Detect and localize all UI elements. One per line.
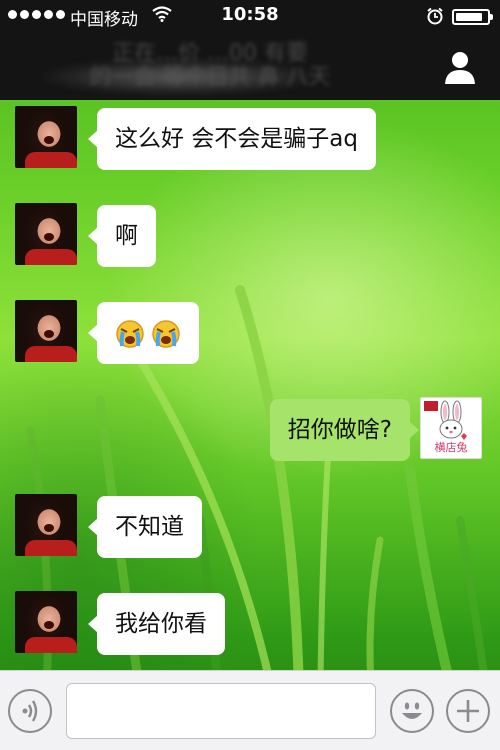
emoji-picker-button[interactable] (390, 689, 434, 733)
avatar-caption: 横店兔 (434, 441, 468, 454)
chat-title: 正在…价 …00 有要 的一会 等个日共 鼻 八天 (0, 42, 420, 100)
incoming-message-bubble[interactable]: 不知道 (88, 496, 202, 558)
chat-title-line-2: 的一会 等个日共 鼻 八天 (89, 65, 331, 90)
message-row: 我给你看 (0, 585, 500, 655)
message-list[interactable]: 这么好 会不会是骗子aq 啊 招你做啥? 横店兔 不知道 我给你看 (0, 100, 500, 670)
contact-profile-button[interactable] (438, 46, 482, 90)
top-bar: 中国移动 10:58 正在…价 …00 有要 的一会 等个日共 鼻 八天 (0, 0, 500, 102)
incoming-emoji-bubble[interactable] (88, 302, 199, 364)
message-row: 不知道 (0, 488, 500, 558)
incoming-message-bubble[interactable]: 啊 (88, 205, 156, 267)
message-row: 招你做啥? 横店兔 (0, 391, 500, 461)
message-row (0, 294, 500, 364)
contact-avatar[interactable] (15, 591, 77, 653)
status-bar: 中国移动 10:58 (0, 0, 500, 32)
battery-icon (452, 9, 493, 25)
incoming-message-bubble[interactable]: 我给你看 (88, 593, 225, 655)
more-options-button[interactable] (446, 689, 490, 733)
contact-avatar[interactable] (15, 106, 77, 168)
bunny-icon (439, 400, 467, 440)
contact-avatar[interactable] (15, 494, 77, 556)
smiley-icon (402, 702, 422, 719)
outgoing-message-bubble[interactable]: 招你做啥? (269, 399, 420, 461)
plus-icon (457, 700, 479, 722)
message-input[interactable] (66, 683, 376, 739)
status-time: 10:58 (221, 4, 279, 25)
battery-level (456, 13, 482, 21)
incoming-message-bubble[interactable]: 这么好 会不会是骗子aq (87, 108, 377, 170)
alarm-clock-icon (426, 7, 444, 30)
message-row: 这么好 会不会是骗子aq (0, 100, 500, 170)
chat-nav-bar: 正在…价 …00 有要 的一会 等个日共 鼻 八天 (0, 32, 500, 102)
contact-avatar[interactable] (15, 203, 77, 265)
crying-face-icon (116, 319, 144, 348)
my-avatar[interactable]: 横店兔 (420, 397, 482, 459)
chat-input-bar (0, 670, 500, 750)
voice-input-button[interactable] (8, 689, 52, 733)
voice-wave-icon (22, 700, 38, 722)
contact-avatar[interactable] (15, 300, 77, 362)
chat-title-line-1: 正在…价 …00 有要 (112, 42, 308, 66)
person-icon (445, 52, 475, 84)
message-row: 啊 (0, 197, 500, 267)
crying-face-icon (152, 319, 180, 348)
